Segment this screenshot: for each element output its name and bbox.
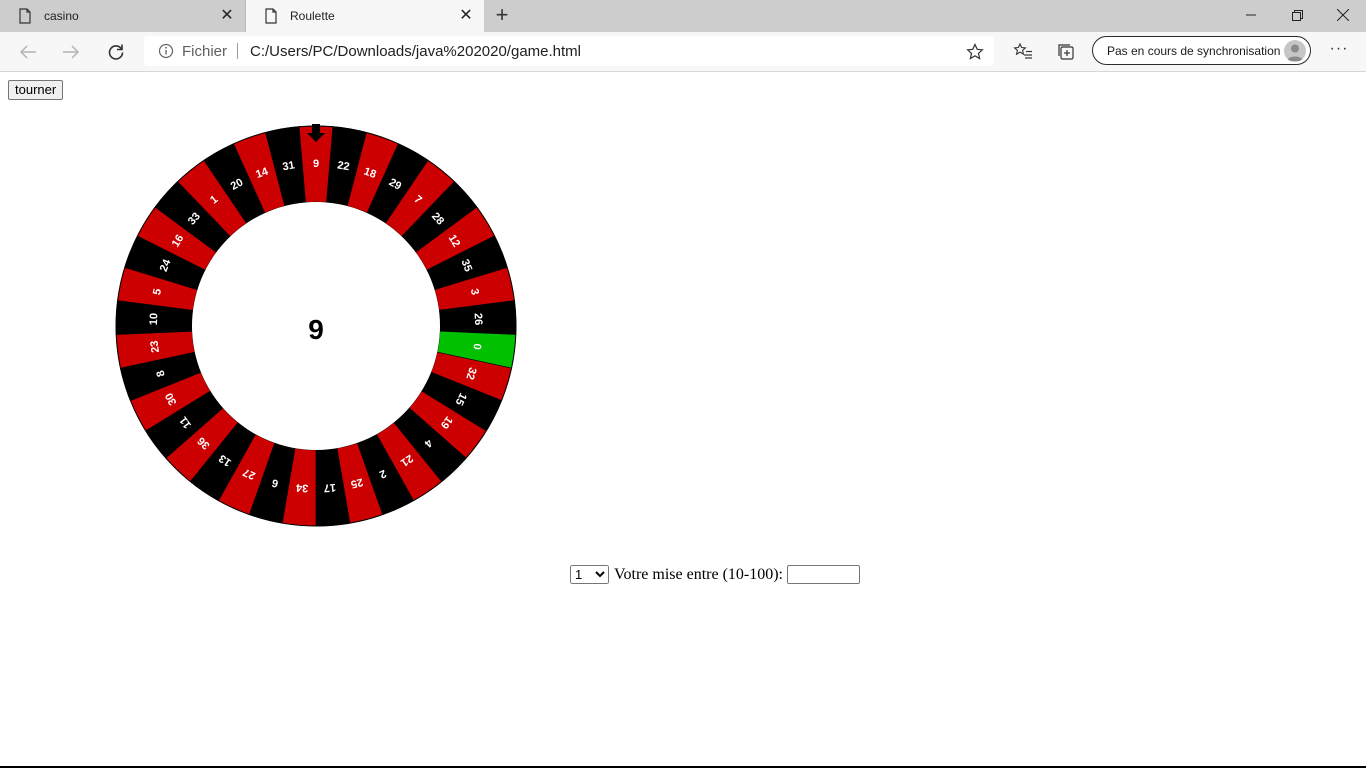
url-text[interactable]: C:/Users/PC/Downloads/java%202020/game.h… [250, 43, 581, 60]
tab-title: casino [44, 9, 79, 23]
minimize-icon [1246, 14, 1256, 16]
tab-strip: casino ✕ Roulette ✕ + [0, 0, 1366, 32]
sync-button[interactable]: Pas en cours de synchronisation [1092, 36, 1311, 65]
close-window-button[interactable] [1320, 0, 1366, 30]
wheel-label-26: 26 [472, 313, 485, 326]
collections-icon[interactable] [1056, 41, 1078, 63]
browser-toolbar: Fichier C:/Users/PC/Downloads/java%20202… [0, 32, 1366, 72]
refresh-icon [108, 44, 124, 60]
back-button[interactable] [13, 37, 43, 67]
wheel-label-17: 17 [323, 481, 336, 494]
wheel-label-23: 23 [149, 340, 162, 354]
sync-label: Pas en cours de synchronisation [1107, 43, 1281, 58]
wheel-label-10: 10 [148, 313, 161, 326]
favorites-icon[interactable] [1012, 41, 1034, 63]
spin-button[interactable]: tourner [8, 80, 64, 100]
bet-number-select[interactable]: 1 [570, 565, 609, 584]
wheel-label-34: 34 [295, 481, 309, 494]
bet-form: 1 Votre mise entre (10-100): [570, 564, 860, 585]
close-icon[interactable]: ✕ [219, 8, 235, 24]
tab-roulette[interactable]: Roulette ✕ [246, 0, 484, 32]
avatar [1284, 40, 1306, 62]
refresh-button[interactable] [101, 37, 131, 67]
arrow-left-icon [19, 45, 36, 59]
restore-icon [1291, 9, 1303, 21]
new-tab-button[interactable]: + [490, 4, 514, 28]
tab-title: Roulette [290, 9, 335, 23]
minimize-button[interactable] [1228, 0, 1274, 30]
roulette-wheel: 9 22 1829728123532603215194212251734627133… [115, 124, 517, 527]
more-options-button[interactable]: ··· [1327, 38, 1351, 62]
info-icon[interactable] [158, 43, 174, 59]
address-bar[interactable]: Fichier C:/Users/PC/Downloads/java%20202… [144, 36, 994, 66]
forward-button[interactable] [56, 37, 86, 67]
wheel-label-31: 31 [282, 159, 296, 173]
wheel-label-9: 9 [313, 158, 319, 170]
divider [237, 43, 239, 59]
wheel-label-22: 22 [336, 159, 350, 173]
bet-label: Votre mise entre (10-100): [614, 565, 783, 583]
restore-button[interactable] [1274, 0, 1320, 30]
close-icon[interactable]: ✕ [458, 8, 474, 24]
profile-icon [1287, 44, 1303, 61]
scheme-label: Fichier [182, 42, 228, 60]
star-icon[interactable] [966, 43, 984, 61]
result-number: 9 [308, 314, 324, 345]
close-icon [1337, 9, 1349, 21]
page-icon [18, 8, 32, 24]
arrow-right-icon [63, 45, 80, 59]
bet-amount-input[interactable] [787, 565, 860, 584]
page-icon [264, 8, 278, 24]
tab-casino[interactable]: casino ✕ [0, 0, 246, 32]
